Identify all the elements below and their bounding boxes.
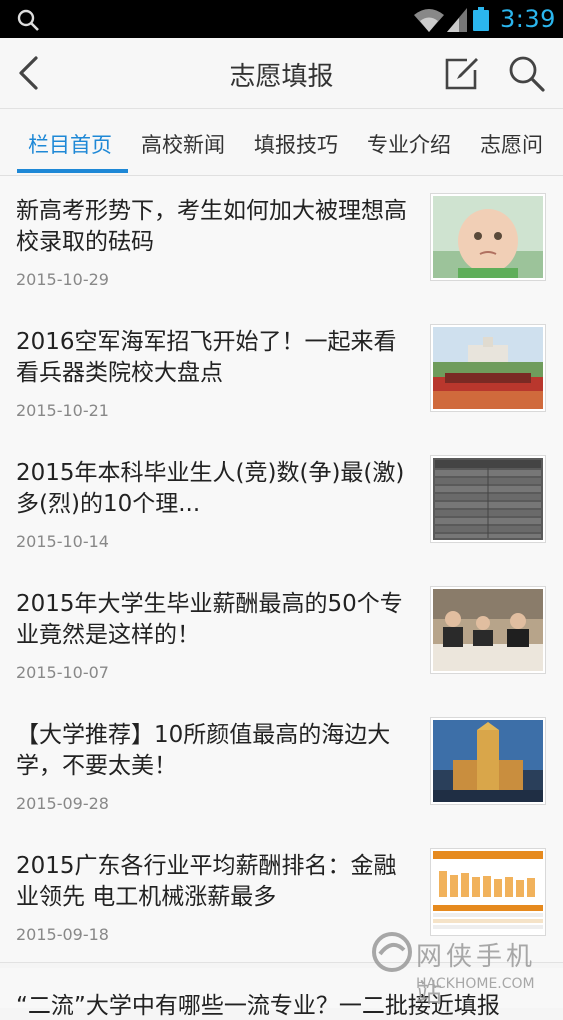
campus-building-photo-image: [433, 327, 543, 409]
baby-photo-image: [433, 196, 543, 278]
article-item[interactable]: 2016空军海军招飞开始了！一起来看看兵器类院校大盘点 2015-10-21: [0, 307, 563, 439]
article-thumbnail: [430, 193, 546, 281]
meeting-photo-image: [433, 589, 543, 671]
article-date: 2015-09-28: [16, 794, 109, 813]
wifi-icon: [414, 9, 444, 32]
article-date: 2015-10-21: [16, 401, 109, 420]
article-title: 2015年大学生毕业薪酬最高的50个专业竟然是这样的！: [16, 591, 403, 648]
article-date: 2015-10-14: [16, 532, 109, 551]
status-bar: 3:39: [0, 0, 563, 38]
tab-college-news[interactable]: 高校新闻: [141, 129, 225, 159]
article-item[interactable]: 2015年本科毕业生人(竞)数(争)最(激)多(烈)的10个理... 2015-…: [0, 438, 563, 570]
data-table-image: [433, 458, 543, 540]
tower-building-photo-image: [433, 720, 543, 802]
article-item[interactable]: 2015年大学生毕业薪酬最高的50个专业竟然是这样的！ 2015-10-07: [0, 569, 563, 701]
active-tab-indicator: [17, 169, 128, 173]
article-item[interactable]: 新高考形势下，考生如何加大被理想高校录取的砝码 2015-10-29: [0, 176, 563, 308]
tab-filling-tips[interactable]: 填报技巧: [254, 129, 338, 159]
tab-major-intro[interactable]: 专业介绍: [367, 129, 451, 159]
edit-icon[interactable]: [443, 56, 479, 92]
article-title: 2015年本科毕业生人(竞)数(争)最(激)多(烈)的10个理...: [16, 460, 405, 517]
article-date: 2015-10-07: [16, 663, 109, 682]
article-title: 新高考形势下，考生如何加大被理想高校录取的砝码: [16, 198, 407, 255]
signal-icon: [447, 8, 467, 32]
battery-icon: [473, 7, 489, 31]
article-item[interactable]: 【大学推荐】10所颜值最高的海边大学，不要太美！ 2015-09-28: [0, 700, 563, 832]
tab-home[interactable]: 栏目首页: [28, 129, 112, 159]
watermark: 网侠手机站 HACKHOME.COM: [368, 920, 563, 1009]
article-date: 2015-09-18: [16, 925, 109, 944]
article-thumbnail: [430, 455, 546, 543]
article-title: 【大学推荐】10所颜值最高的海边大学，不要太美！: [16, 722, 391, 779]
article-date: 2015-10-29: [16, 270, 109, 289]
article-thumbnail: [430, 324, 546, 412]
category-tabs: 栏目首页 高校新闻 填报技巧 专业介绍 志愿问: [0, 109, 563, 176]
search-icon[interactable]: [508, 55, 546, 93]
app-header: 志愿填报: [0, 38, 563, 109]
clock-time: 3:39: [500, 5, 556, 33]
article-title: 2016空军海军招飞开始了！一起来看看兵器类院校大盘点: [16, 329, 397, 386]
watermark-url: HACKHOME.COM: [416, 976, 535, 992]
article-thumbnail: [430, 717, 546, 805]
search-icon[interactable]: [16, 8, 40, 32]
article-thumbnail: [430, 586, 546, 674]
tab-volunteer-faq[interactable]: 志愿问: [480, 129, 543, 159]
watermark-logo-icon: [372, 932, 412, 972]
article-title: 2015广东各行业平均薪酬排名：金融业领先 电工机械涨薪最多: [16, 853, 397, 910]
watermark-text: 网侠手机站: [416, 942, 537, 1009]
